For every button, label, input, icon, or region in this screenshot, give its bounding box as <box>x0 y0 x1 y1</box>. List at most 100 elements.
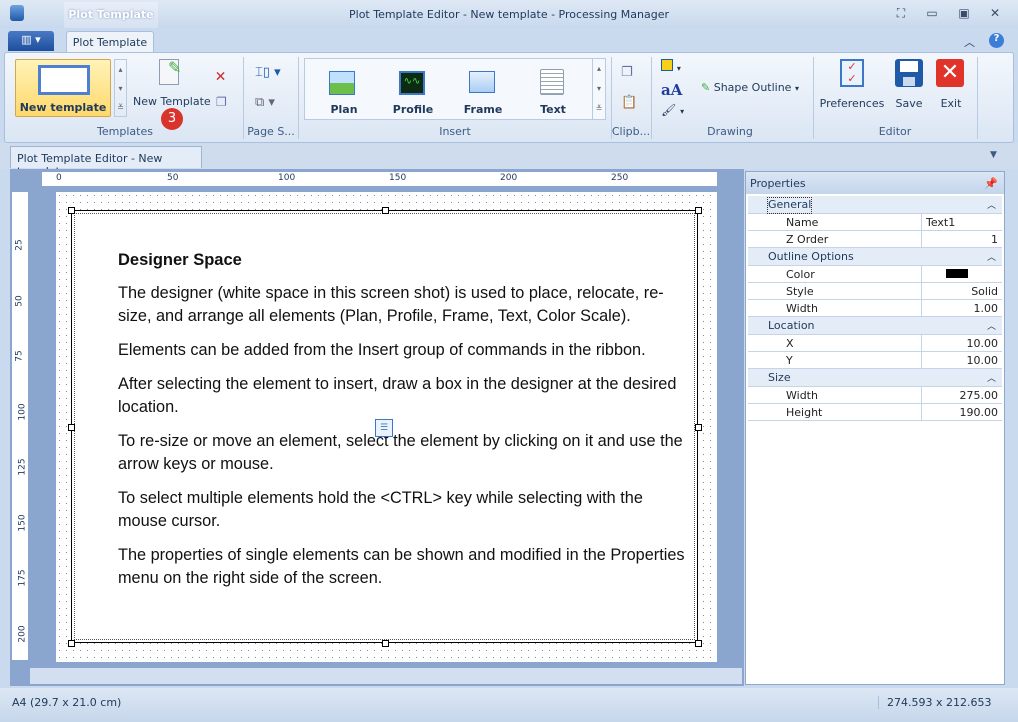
shape-fill-icon <box>661 59 673 71</box>
property-value[interactable]: 1.00 <box>922 300 1002 316</box>
resize-handle[interactable] <box>695 207 702 214</box>
ruler-label: 200 <box>500 173 518 183</box>
property-row[interactable]: Z Order 1 <box>748 231 1002 248</box>
horizontal-ruler: 0 50 100 150 200 250 <box>42 172 717 186</box>
help-icon[interactable]: ? <box>989 33 1004 48</box>
property-row[interactable]: Width 275.00 <box>748 387 1002 404</box>
save-button[interactable]: Save <box>889 57 929 113</box>
collapse-ribbon-icon[interactable]: ︿ <box>964 34 975 50</box>
property-value[interactable]: Text1 <box>922 214 1002 230</box>
group-label-drawing: Drawing <box>707 125 753 138</box>
property-row[interactable]: Height 190.00 <box>748 404 1002 421</box>
horizontal-scrollbar[interactable] <box>30 668 742 684</box>
property-grid: General ︿ Name Text1 Z Order 1 Outline Options… <box>748 196 1002 421</box>
property-category[interactable]: General ︿ <box>748 196 1002 214</box>
maximize-button[interactable]: ▣ <box>954 6 974 22</box>
tab-plot-template[interactable]: Plot Template <box>66 31 154 53</box>
ruler-label: 50 <box>14 294 25 307</box>
delete-template-icon[interactable]: 🗙 <box>216 66 225 87</box>
frame-icon <box>469 71 495 93</box>
property-value[interactable]: Solid <box>922 283 1002 299</box>
property-category[interactable]: Size ︿ <box>748 369 1002 387</box>
paragraph: Elements can be added from the Insert gr… <box>118 341 646 359</box>
font-color-icon[interactable]: aA <box>661 81 682 99</box>
insert-plan-button[interactable]: Plan <box>315 61 373 119</box>
group-label-page-setup: Page S... <box>247 125 295 138</box>
property-category[interactable]: Location ︿ <box>748 317 1002 335</box>
status-bar: A4 (29.7 x 21.0 cm) 274.593 x 212.653 <box>0 688 1018 722</box>
pin-icon[interactable]: 📌 <box>984 177 998 190</box>
copy-template-icon[interactable]: ❐ <box>216 95 227 109</box>
resize-handle[interactable] <box>695 640 702 647</box>
ruler-label: 0 <box>56 173 62 183</box>
property-row[interactable]: Y 10.00 <box>748 352 1002 369</box>
checklist-icon: ✓ ✓ <box>840 59 864 87</box>
tab-list-dropdown-icon[interactable]: ▼ <box>990 150 997 160</box>
text-element[interactable]: Designer Space The designer (white space… <box>68 207 702 647</box>
property-row[interactable]: Width 1.00 <box>748 300 1002 317</box>
gallery-scroll[interactable]: ▴ ▾ ≚ <box>114 59 127 117</box>
resize-handle[interactable] <box>381 207 389 214</box>
property-value[interactable]: 10.00 <box>922 352 1002 368</box>
property-row[interactable]: Name Text1 <box>748 214 1002 231</box>
resize-handle[interactable] <box>68 423 75 431</box>
insert-profile-button[interactable]: ∿∿ Profile <box>383 61 443 119</box>
resize-handle[interactable] <box>695 423 702 431</box>
collapse-chevron-icon[interactable]: ︿ <box>987 371 996 386</box>
paragraph: The properties of single elements can be… <box>118 546 685 587</box>
property-row[interactable]: Style Solid <box>748 283 1002 300</box>
exit-button[interactable]: ✕ Exit <box>931 57 971 113</box>
document-tab[interactable]: Plot Template Editor - New template <box>10 146 202 178</box>
group-label-clipboard: Clipb... <box>611 125 651 138</box>
insert-text-button[interactable]: Text <box>523 61 583 119</box>
gallery-new-template[interactable]: New template <box>15 59 111 117</box>
collapse-chevron-icon[interactable]: ︿ <box>987 250 996 265</box>
pencil-outline-icon: ✎ <box>701 81 711 94</box>
blank-page-icon <box>38 65 90 95</box>
property-name: Width <box>752 387 922 403</box>
paper-size: A4 (29.7 x 21.0 cm) <box>12 696 122 709</box>
insert-gallery-scroll[interactable]: ▴ ▾ ≚ <box>592 59 605 119</box>
paragraph: After selecting the element to insert, d… <box>118 375 677 416</box>
minimize-button[interactable]: ▭ <box>922 6 942 22</box>
paragraph: The designer (white space in this screen… <box>118 284 664 325</box>
resize-handle[interactable] <box>68 207 75 214</box>
context-tab-label: Plot Template <box>64 2 158 28</box>
ruler-label: 100 <box>17 402 28 421</box>
close-button[interactable]: ✕ <box>985 6 1005 22</box>
group-label-insert: Insert <box>439 125 471 138</box>
property-row[interactable]: Color <box>748 266 1002 283</box>
collapse-chevron-icon[interactable]: ︿ <box>987 198 996 213</box>
new-template-button[interactable]: ✎ New Template <box>133 57 211 109</box>
property-name: X <box>752 335 922 351</box>
preferences-button[interactable]: ✓ ✓ Preferences <box>817 57 887 113</box>
paint-brush-icon: 🖌 <box>661 103 677 117</box>
color-swatch[interactable] <box>946 269 968 278</box>
paragraph: To select multiple elements hold the <CT… <box>118 489 643 530</box>
application-menu-button[interactable]: ▥ ▾ <box>8 31 54 51</box>
collapse-chevron-icon[interactable]: ︿ <box>987 319 996 334</box>
page-size-icon[interactable]: ⌶▯ ▾ <box>255 65 281 80</box>
property-category[interactable]: Outline Options ︿ <box>748 248 1002 266</box>
fullscreen-button[interactable]: ⛶ <box>891 6 911 22</box>
property-value[interactable]: 190.00 <box>922 404 1002 420</box>
insert-frame-button[interactable]: Frame <box>453 61 513 119</box>
shape-outline-button[interactable]: ✎ Shape Outline ▾ <box>701 81 799 94</box>
text-document-icon <box>540 69 564 95</box>
fill-brush-button[interactable]: 🖌 ▾ <box>661 103 684 117</box>
resize-handle[interactable] <box>68 640 75 647</box>
property-value[interactable]: 275.00 <box>922 387 1002 403</box>
ruler-label: 150 <box>17 513 28 532</box>
property-value[interactable] <box>922 266 1002 282</box>
property-row[interactable]: X 10.00 <box>748 335 1002 352</box>
resize-handle[interactable] <box>381 640 389 647</box>
shape-fill-button[interactable]: ▾ <box>661 59 681 74</box>
ruler-label: 50 <box>167 173 179 183</box>
smart-tag-icon[interactable]: ☰ <box>375 419 393 437</box>
copy-icon[interactable]: ❐ <box>621 65 633 80</box>
property-value[interactable]: 10.00 <box>922 335 1002 351</box>
page-layout-icon[interactable]: ⧉ ▾ <box>255 95 275 110</box>
property-value[interactable]: 1 <box>922 231 1002 247</box>
ruler-label: 250 <box>611 173 629 183</box>
exit-x-icon: ✕ <box>936 59 964 87</box>
